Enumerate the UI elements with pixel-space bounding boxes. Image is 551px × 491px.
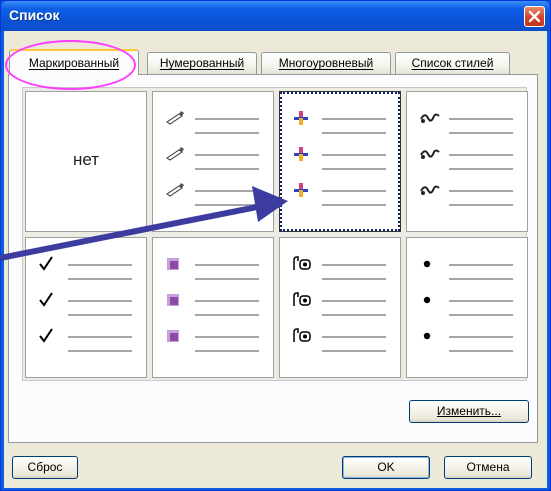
annotation-arrow (0, 186, 288, 261)
